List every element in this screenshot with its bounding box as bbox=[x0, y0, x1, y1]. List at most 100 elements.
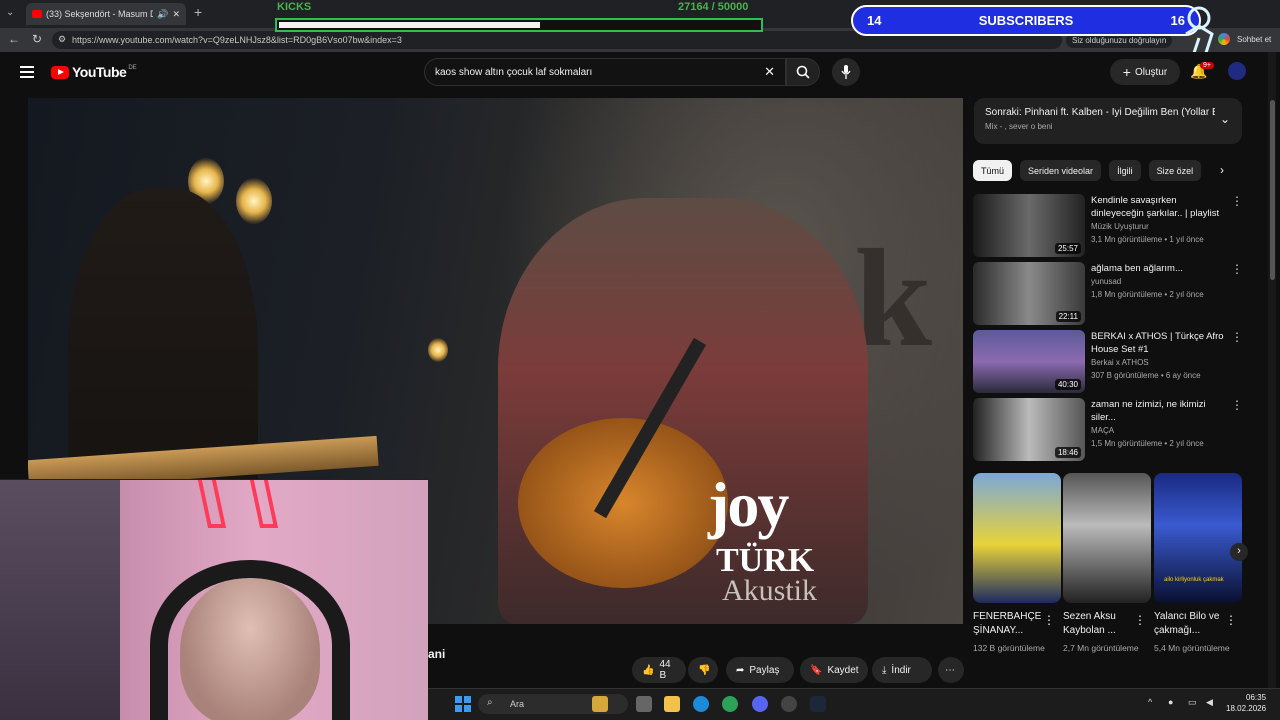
more-actions-button[interactable]: ⋯ bbox=[938, 657, 964, 683]
download-button[interactable]: ⤓ İndir bbox=[872, 657, 932, 683]
reload-icon[interactable]: ↻ bbox=[32, 32, 42, 46]
back-icon[interactable]: ← bbox=[8, 32, 20, 46]
short-thumbnail[interactable]: ailo kirliyonluk çakmak bbox=[1154, 473, 1242, 603]
short-title[interactable]: FENERBAHÇE ŞİNANAY... bbox=[973, 610, 1049, 638]
chip-all[interactable]: Tümü bbox=[973, 160, 1013, 181]
search-input[interactable]: kaos show altın çocuk laf sokmaları ✕ bbox=[424, 58, 786, 86]
video-thumbnail[interactable]: 18:46 bbox=[973, 398, 1085, 461]
search-button[interactable] bbox=[786, 58, 820, 86]
network-icon[interactable]: ▭ bbox=[1188, 697, 1197, 708]
volume-icon[interactable]: ◀ bbox=[1206, 697, 1213, 708]
joyturk-akustik-logo: joy TÜRK Akustik bbox=[708, 468, 817, 608]
more-vert-icon[interactable]: ⋮ bbox=[1134, 613, 1146, 627]
app-icon[interactable] bbox=[722, 696, 738, 712]
more-vert-icon[interactable]: ⋮ bbox=[1231, 194, 1243, 258]
file-explorer-icon[interactable] bbox=[664, 696, 680, 712]
dislike-button[interactable]: 👎 bbox=[688, 657, 718, 683]
site-info-icon[interactable]: ⚙ bbox=[58, 34, 66, 45]
weather-widget-icon[interactable] bbox=[592, 696, 608, 712]
tray-chevron-icon[interactable]: ^ bbox=[1148, 697, 1152, 707]
taskbar-clock[interactable]: 06:35 18.02.2026 bbox=[1226, 692, 1266, 714]
list-item[interactable]: 25:57 Kendinle savaşırken dinleyeceğin ş… bbox=[973, 194, 1243, 258]
chip-for-you[interactable]: Size özel bbox=[1148, 160, 1202, 181]
video-title[interactable]: BERKAI x ATHOS | Türkçe Afro House Set #… bbox=[1091, 330, 1229, 356]
up-next-subtitle: Mix - , sever o beni bbox=[985, 122, 1053, 131]
create-button[interactable]: + Oluştur bbox=[1110, 59, 1180, 85]
more-vert-icon[interactable]: ⋮ bbox=[1231, 398, 1243, 462]
tab-list-icon[interactable]: ⌄ bbox=[6, 7, 14, 18]
list-item[interactable]: 40:30 BERKAI x ATHOS | Türkçe Afro House… bbox=[973, 330, 1243, 394]
kicks-label: KICKS bbox=[277, 1, 312, 13]
chip-series[interactable]: Seriden videolar bbox=[1020, 160, 1102, 181]
steam-icon[interactable] bbox=[810, 696, 826, 712]
list-item[interactable]: 22:11 ağlama ben ağlarım... yunusad 1,8 Mn… bbox=[973, 262, 1243, 326]
chevron-down-icon[interactable]: ⌄ bbox=[1220, 112, 1230, 126]
obs-icon[interactable] bbox=[781, 696, 797, 712]
windows-start-icon[interactable] bbox=[455, 696, 471, 712]
youtube-logo[interactable]: YouTube DE bbox=[51, 64, 137, 80]
video-duration: 18:46 bbox=[1054, 447, 1081, 458]
channel-name[interactable]: yunusad bbox=[1091, 275, 1229, 288]
short-title[interactable]: Sezen Aksu Kaybolan ... bbox=[1063, 610, 1139, 638]
taskbar-search-label: Ara bbox=[510, 699, 525, 709]
video-meta: 1,8 Mn görüntüleme • 2 yıl önce bbox=[1091, 290, 1204, 299]
subscribers-goal-bar: 14 SUBSCRIBERS 16 bbox=[851, 5, 1201, 36]
more-vert-icon[interactable]: ⋮ bbox=[1225, 613, 1237, 627]
close-tab-icon[interactable]: ✕ bbox=[172, 9, 180, 20]
video-duration: 22:11 bbox=[1055, 311, 1081, 322]
acoustic-guitar bbox=[518, 418, 728, 588]
voice-search-button[interactable] bbox=[832, 58, 860, 86]
video-thumbnail[interactable]: 22:11 bbox=[973, 262, 1085, 325]
share-label: Paylaş bbox=[749, 664, 780, 676]
video-title[interactable]: ağlama ben ağlarım... bbox=[1091, 262, 1229, 275]
short-thumbnail[interactable] bbox=[973, 473, 1061, 603]
more-vert-icon[interactable]: ⋮ bbox=[1231, 262, 1243, 326]
share-icon: ➦ bbox=[736, 664, 745, 676]
video-title[interactable]: zaman ne izimizi, ne ikimizi siler... bbox=[1091, 398, 1229, 424]
channel-name[interactable]: Berkai x ATHOS bbox=[1091, 356, 1229, 369]
copilot-icon[interactable] bbox=[1218, 33, 1230, 45]
thumbs-down-icon: 👎 bbox=[698, 664, 711, 676]
channel-name[interactable]: Müzik Uyuşturur bbox=[1091, 220, 1229, 233]
save-button[interactable]: 🔖 Kaydet bbox=[800, 657, 868, 683]
chevron-right-icon[interactable]: › bbox=[1220, 163, 1224, 177]
more-vert-icon[interactable]: ⋮ bbox=[1043, 613, 1055, 627]
share-button[interactable]: ➦ Paylaş bbox=[726, 657, 794, 683]
new-tab-icon[interactable]: + bbox=[194, 4, 202, 20]
neon-light bbox=[197, 480, 227, 528]
menu-icon[interactable] bbox=[20, 66, 34, 78]
chat-button[interactable]: Sohbet et bbox=[1237, 35, 1271, 44]
avatar[interactable] bbox=[1228, 62, 1246, 80]
video-title[interactable]: Kendinle savaşırken dinleyeceğin şarkıla… bbox=[1091, 194, 1229, 220]
video-meta: 1,5 Mn görüntüleme • 2 yıl önce bbox=[1091, 439, 1204, 448]
subs-label: SUBSCRIBERS bbox=[978, 13, 1074, 28]
webcam-overlay bbox=[0, 479, 428, 720]
search-icon: ⌕ bbox=[487, 697, 493, 708]
clear-search-icon[interactable]: ✕ bbox=[764, 64, 775, 80]
short-thumbnail[interactable] bbox=[1063, 473, 1151, 603]
channel-name[interactable]: MAÇA bbox=[1091, 424, 1229, 437]
task-view-icon[interactable] bbox=[636, 696, 652, 712]
video-thumbnail[interactable]: 25:57 bbox=[973, 194, 1085, 257]
up-next-panel[interactable]: Sonraki: Pinhani ft. Kalben - İyi Değili… bbox=[974, 98, 1242, 144]
youtube-play-icon bbox=[51, 65, 69, 79]
more-vert-icon[interactable]: ⋮ bbox=[1231, 330, 1243, 394]
thumbs-up-icon: 👍 bbox=[642, 664, 655, 676]
scrollbar-thumb[interactable] bbox=[1270, 100, 1275, 280]
edge-icon[interactable] bbox=[693, 696, 709, 712]
speaker-icon: 🔊 bbox=[157, 8, 169, 19]
short-title[interactable]: Yalancı Bilo ve çakmağı... bbox=[1154, 610, 1230, 638]
youtube-wordmark: YouTube bbox=[72, 64, 127, 80]
video-thumbnail[interactable]: 40:30 bbox=[973, 330, 1085, 393]
search-value: kaos show altın çocuk laf sokmaları bbox=[435, 67, 593, 78]
tray-mic-icon[interactable]: ● bbox=[1168, 697, 1173, 707]
download-label: İndir bbox=[891, 664, 911, 676]
browser-tab[interactable]: (33) Sekşendört - Masum Değ 🔊 ✕ bbox=[26, 3, 186, 25]
discord-icon[interactable] bbox=[752, 696, 768, 712]
chip-related[interactable]: İlgili bbox=[1109, 160, 1141, 181]
shorts-next-icon[interactable]: › bbox=[1230, 543, 1248, 561]
list-item[interactable]: 18:46 zaman ne izimizi, ne ikimizi siler… bbox=[973, 398, 1243, 462]
like-button[interactable]: 👍 44 B bbox=[632, 657, 686, 683]
video-meta: 3,1 Mn görüntüleme • 1 yıl önce bbox=[1091, 235, 1204, 244]
youtube-favicon-icon bbox=[32, 10, 42, 18]
